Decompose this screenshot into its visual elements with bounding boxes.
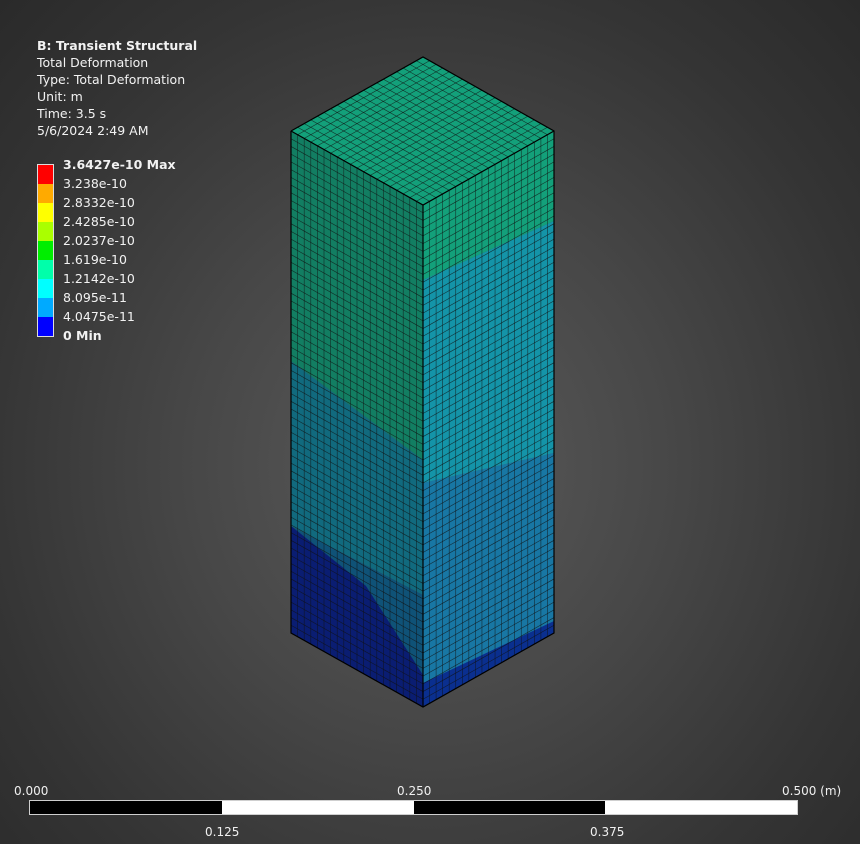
scale-label-375: 0.375 xyxy=(590,825,625,839)
scale-segment-1 xyxy=(221,801,414,814)
scale-label-500: 0.500 (m) xyxy=(782,784,842,798)
scale-segment-3 xyxy=(605,801,797,814)
scale-ruler xyxy=(29,800,798,815)
scale-segment-2 xyxy=(413,801,606,814)
mesh-model-view[interactable] xyxy=(0,0,860,844)
scale-label-250: 0.250 xyxy=(397,784,432,798)
scale-label-0: 0.000 xyxy=(14,784,49,798)
scale-label-125: 0.125 xyxy=(205,825,240,839)
scale-segment-0 xyxy=(30,801,222,814)
